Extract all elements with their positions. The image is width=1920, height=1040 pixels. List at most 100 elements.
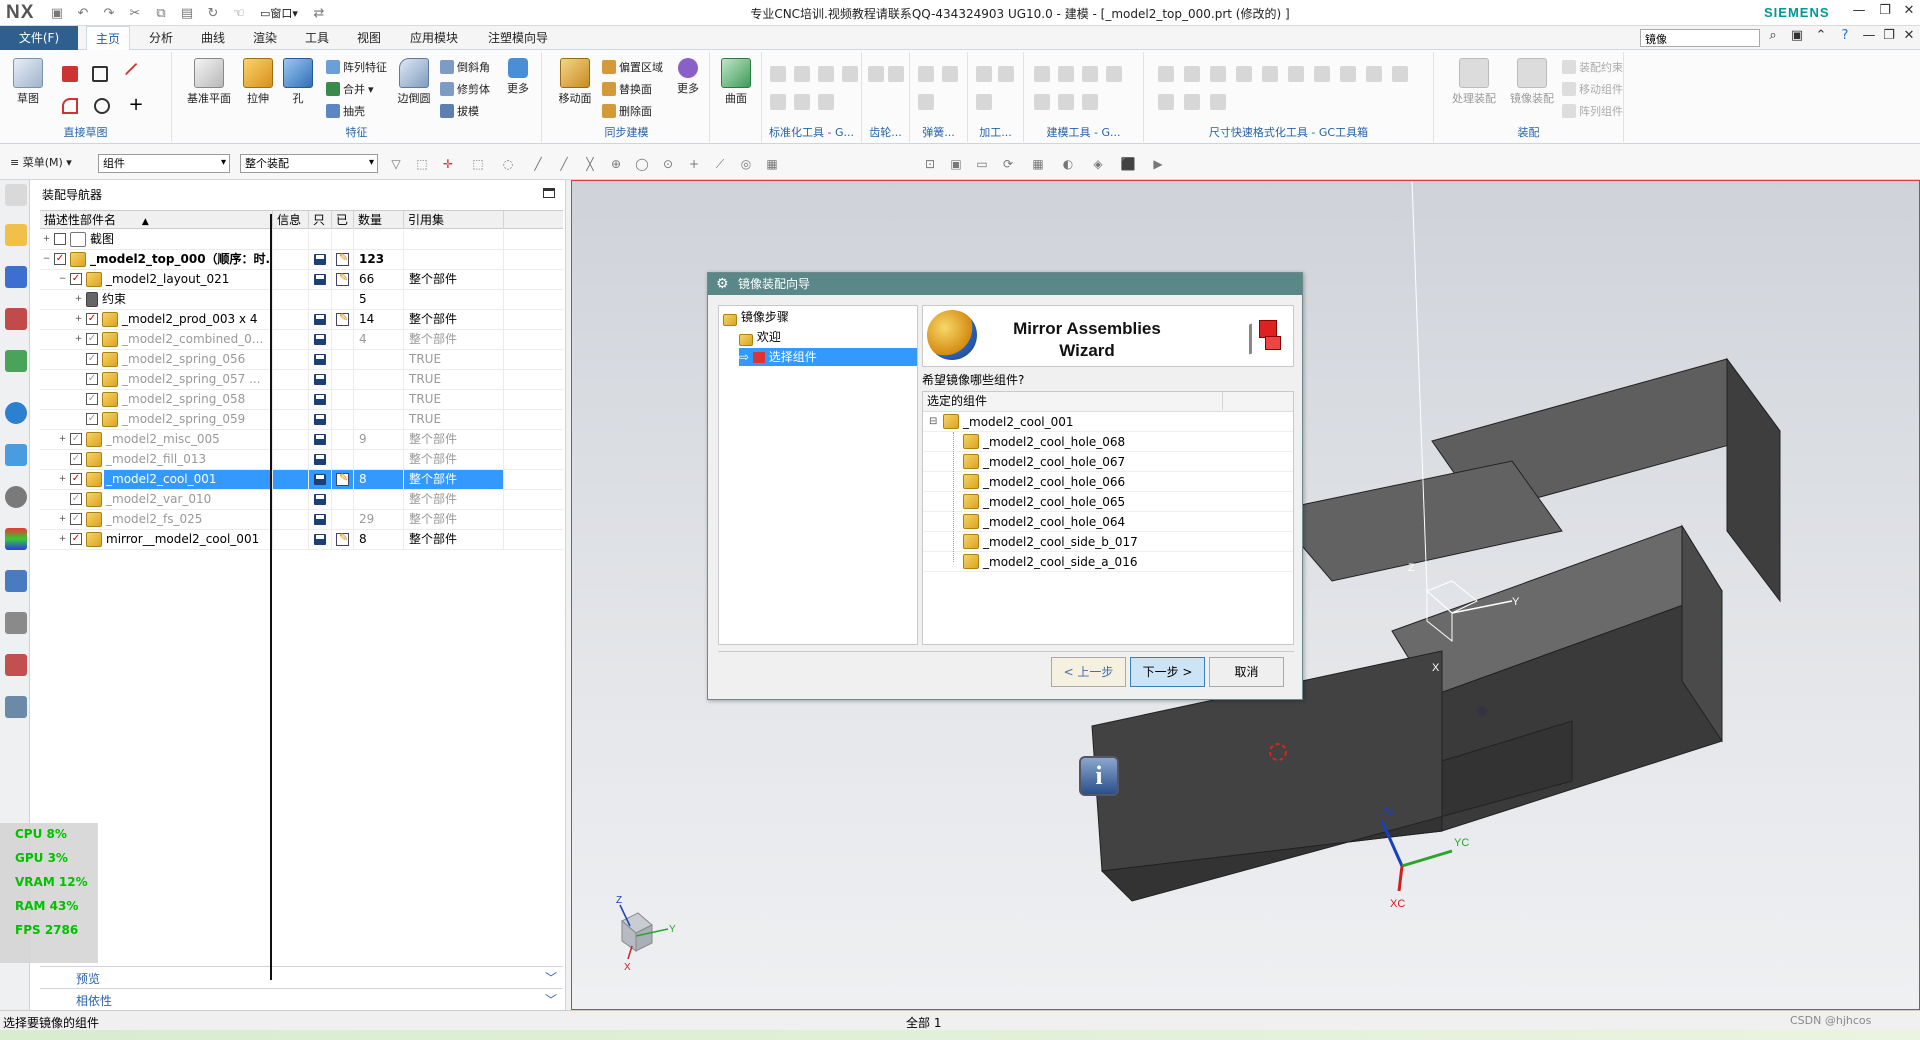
hole-button[interactable]: 孔	[276, 58, 320, 106]
visibility-checkbox[interactable]: ✓	[70, 453, 82, 465]
more-feature-button[interactable]: 更多	[498, 58, 538, 96]
more-sync-button[interactable]: 更多	[668, 58, 708, 96]
tab-render[interactable]: 渲染	[240, 26, 290, 50]
modeling-tool-icon[interactable]	[1058, 66, 1074, 82]
snap-point-icon[interactable]: ✛	[440, 156, 456, 172]
spring-tool-icon[interactable]	[918, 94, 934, 110]
pattern-feature-button[interactable]: 阵列特征	[326, 58, 387, 76]
cancel-button[interactable]: 取消	[1209, 657, 1284, 687]
tree-row[interactable]: + ✓ 截图	[40, 230, 563, 250]
column-header-readonly[interactable]: 只	[309, 211, 332, 229]
gc-tool-icon[interactable]	[818, 94, 834, 110]
process-studio-icon[interactable]	[5, 570, 27, 592]
column-header-name[interactable]: 描述性部件名 ▲	[40, 211, 273, 229]
offset-region-button[interactable]: 偏置区域	[602, 58, 663, 76]
tree-row[interactable]: + ✓ _model2_misc_005 9 整个部件	[40, 430, 563, 450]
history-icon[interactable]	[5, 486, 27, 508]
mirror-assembly-button[interactable]: 镜像装配	[1504, 58, 1560, 106]
roles-icon[interactable]	[5, 654, 27, 676]
undo-icon[interactable]: ↶	[72, 4, 94, 22]
quadrant-icon[interactable]: ⊙	[660, 156, 676, 172]
point-on-curve-icon[interactable]: +	[686, 156, 702, 172]
dimension-format-icon[interactable]	[1184, 66, 1200, 82]
expand-icon[interactable]: +	[58, 535, 67, 544]
fit-view-icon[interactable]: ⊡	[922, 156, 938, 172]
reuse-library-icon[interactable]	[5, 350, 27, 372]
tab-analysis[interactable]: 分析	[136, 26, 186, 50]
background-icon[interactable]: ◈	[1090, 156, 1106, 172]
extrude-button[interactable]: 拉伸	[236, 58, 280, 106]
visibility-checkbox[interactable]: ✓	[86, 333, 98, 345]
surface-button[interactable]: 曲面	[714, 58, 758, 106]
window-menu-icon[interactable]: ▭窗口▾	[254, 4, 304, 22]
dimension-format-icon[interactable]	[1366, 66, 1382, 82]
tree-row[interactable]: + ✓ _model2_fs_025 29 整个部件	[40, 510, 563, 530]
move-component-button[interactable]: 移动组件	[1562, 80, 1623, 98]
paste-icon[interactable]: ▤	[176, 4, 198, 22]
tree-row-selected[interactable]: + ✓ _model2_cool_001 8 整个部件	[40, 470, 563, 490]
tree-row[interactable]: + 约束 5	[40, 290, 563, 310]
tree-row[interactable]: + ✓ _model2_prod_003 x 4 14 整个部件	[40, 310, 563, 330]
tree-row[interactable]: ✓ _model2_fill_013 整个部件	[40, 450, 563, 470]
zoom-icon[interactable]: ▣	[948, 156, 964, 172]
gc-tool-icon[interactable]	[842, 66, 858, 82]
gc-tool-icon[interactable]	[770, 66, 786, 82]
point-on-face-icon[interactable]: ⟋	[712, 156, 728, 172]
gear-icon[interactable]	[5, 184, 27, 206]
list-item[interactable]: _model2_cool_side_a_016	[923, 552, 1293, 572]
expand-icon[interactable]: +	[42, 235, 51, 244]
collapse-icon[interactable]: −	[58, 275, 67, 284]
visibility-checkbox[interactable]: ✓	[54, 253, 66, 265]
bounded-grid-icon[interactable]: ◎	[738, 156, 754, 172]
restore-icon[interactable]: ❐	[1872, 3, 1898, 23]
expand-icon[interactable]: +	[58, 475, 67, 484]
list-item[interactable]: _model2_cool_hole_064	[923, 512, 1293, 532]
help-icon[interactable]: ?	[1832, 28, 1858, 48]
visibility-checkbox[interactable]: ✓	[86, 353, 98, 365]
selection-scope-select[interactable]: 整个装配	[240, 154, 378, 173]
dimension-format-icon[interactable]	[1262, 66, 1278, 82]
visibility-checkbox[interactable]: ✓	[70, 273, 82, 285]
list-item-root[interactable]: ⊟ _model2_cool_001	[923, 412, 1293, 432]
modeling-tool-icon[interactable]	[1034, 94, 1050, 110]
edge-blend-button[interactable]: 边倒圆	[392, 58, 436, 106]
list-item[interactable]: _model2_cool_side_b_017	[923, 532, 1293, 552]
point-icon[interactable]: +	[128, 96, 144, 114]
machining-tool-icon[interactable]	[998, 66, 1014, 82]
tab-mold-wizard[interactable]: 注塑模向导	[476, 26, 560, 50]
list-item[interactable]: _model2_cool_hole_065	[923, 492, 1293, 512]
dimension-format-icon[interactable]	[1158, 94, 1174, 110]
rectangle-icon[interactable]	[92, 66, 108, 82]
save-icon[interactable]: ▣	[46, 4, 68, 22]
circle-icon[interactable]	[94, 98, 110, 114]
step-welcome[interactable]: 欢迎	[739, 328, 781, 346]
preview-section[interactable]: 预览 ﹀	[40, 966, 563, 986]
redo-icon[interactable]: ↷	[98, 4, 120, 22]
expand-icon[interactable]: +	[74, 335, 83, 344]
dimension-format-icon[interactable]	[1314, 66, 1330, 82]
view-cube-icon[interactable]: ⬛	[1120, 156, 1136, 172]
modeling-tool-icon[interactable]	[1082, 66, 1098, 82]
modeling-tool-icon[interactable]	[1034, 66, 1050, 82]
visibility-checkbox[interactable]: ✓	[70, 513, 82, 525]
expand-icon[interactable]: +	[58, 435, 67, 444]
tree-row[interactable]: ✓ _model2_var_010 整个部件	[40, 490, 563, 510]
dimension-format-icon[interactable]	[1184, 94, 1200, 110]
intersection-icon[interactable]: ⊕	[608, 156, 624, 172]
gc-tool-icon[interactable]	[818, 66, 834, 82]
visibility-checkbox[interactable]: ✓	[86, 413, 98, 425]
tree-row[interactable]: ✓ _model2_spring_056 TRUE	[40, 350, 563, 370]
visibility-checkbox[interactable]: ✓	[70, 433, 82, 445]
column-header-quantity[interactable]: 数量	[354, 211, 404, 229]
gc-tool-icon[interactable]	[794, 66, 810, 82]
repeat-command-icon[interactable]: ↻	[202, 4, 224, 22]
box-select-icon[interactable]: ⬚	[470, 156, 486, 172]
info-icon[interactable]: i	[1079, 756, 1119, 796]
draft-button[interactable]: 拔模	[440, 102, 479, 120]
command-search-input[interactable]: 镜像	[1640, 29, 1760, 47]
tree-row[interactable]: ✓ _model2_spring_059 TRUE	[40, 410, 563, 430]
spring-tool-icon[interactable]	[942, 66, 958, 82]
ribbon-options-icon[interactable]: ▣	[1784, 28, 1810, 48]
display-mode-icon[interactable]: ▶	[1150, 156, 1166, 172]
spring-tool-icon[interactable]	[918, 66, 934, 82]
